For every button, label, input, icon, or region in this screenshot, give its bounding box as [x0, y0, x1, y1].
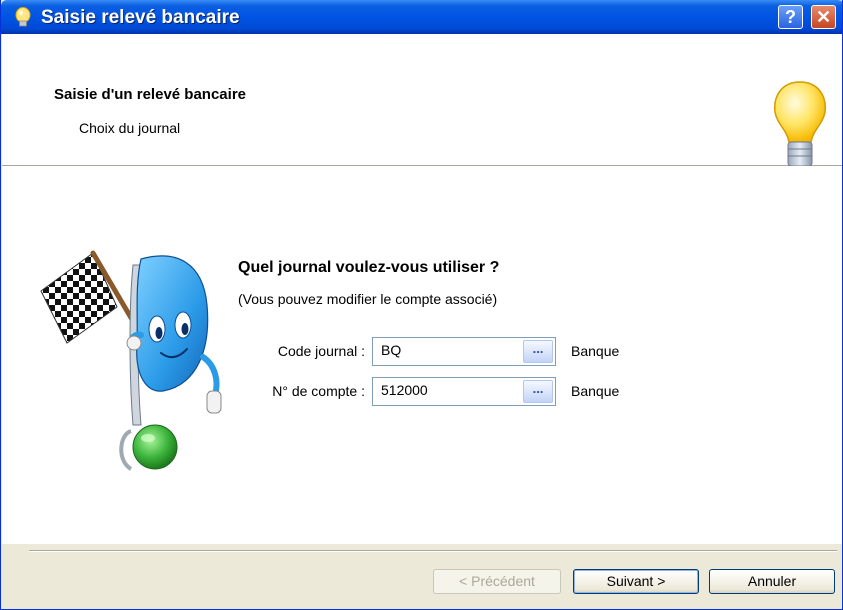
code-journal-description: Banque — [571, 343, 620, 359]
wizard-header: Saisie d'un relevé bancaire Choix du jou… — [2, 34, 842, 174]
header-subtitle: Choix du journal — [79, 120, 181, 136]
compte-input[interactable] — [381, 382, 519, 398]
browse-compte-button[interactable]: ... — [523, 380, 553, 403]
close-button[interactable]: ✕ — [811, 5, 836, 29]
compte-label: N° de compte : — [272, 383, 365, 399]
code-journal-label: Code journal : — [277, 343, 365, 359]
previous-button[interactable]: < Précédent — [433, 569, 561, 594]
hint-text: (Vous pouvez modifier le compte associé) — [238, 291, 498, 307]
compte-field[interactable]: ... — [372, 377, 556, 406]
title-bar[interactable]: Saisie relevé bancaire ? ✕ — [1, 0, 842, 34]
lightbulb-icon — [15, 7, 31, 27]
cancel-button[interactable]: Annuler — [709, 569, 835, 594]
mascot-illustration — [40, 250, 222, 471]
code-journal-field[interactable]: ... — [372, 337, 556, 366]
question-heading: Quel journal voulez-vous utiliser ? — [238, 259, 500, 276]
compte-description: Banque — [571, 383, 620, 399]
window-title: Saisie relevé bancaire — [41, 7, 240, 28]
next-button[interactable]: Suivant > — [573, 569, 699, 594]
header-title: Saisie d'un relevé bancaire — [54, 86, 246, 103]
footer-separator — [29, 550, 837, 552]
help-button[interactable]: ? — [778, 5, 803, 29]
dialog-window: Saisie relevé bancaire ? ✕ Saisie d'un r… — [0, 0, 843, 610]
browse-journal-button[interactable]: ... — [523, 340, 553, 363]
code-journal-input[interactable] — [381, 342, 519, 358]
